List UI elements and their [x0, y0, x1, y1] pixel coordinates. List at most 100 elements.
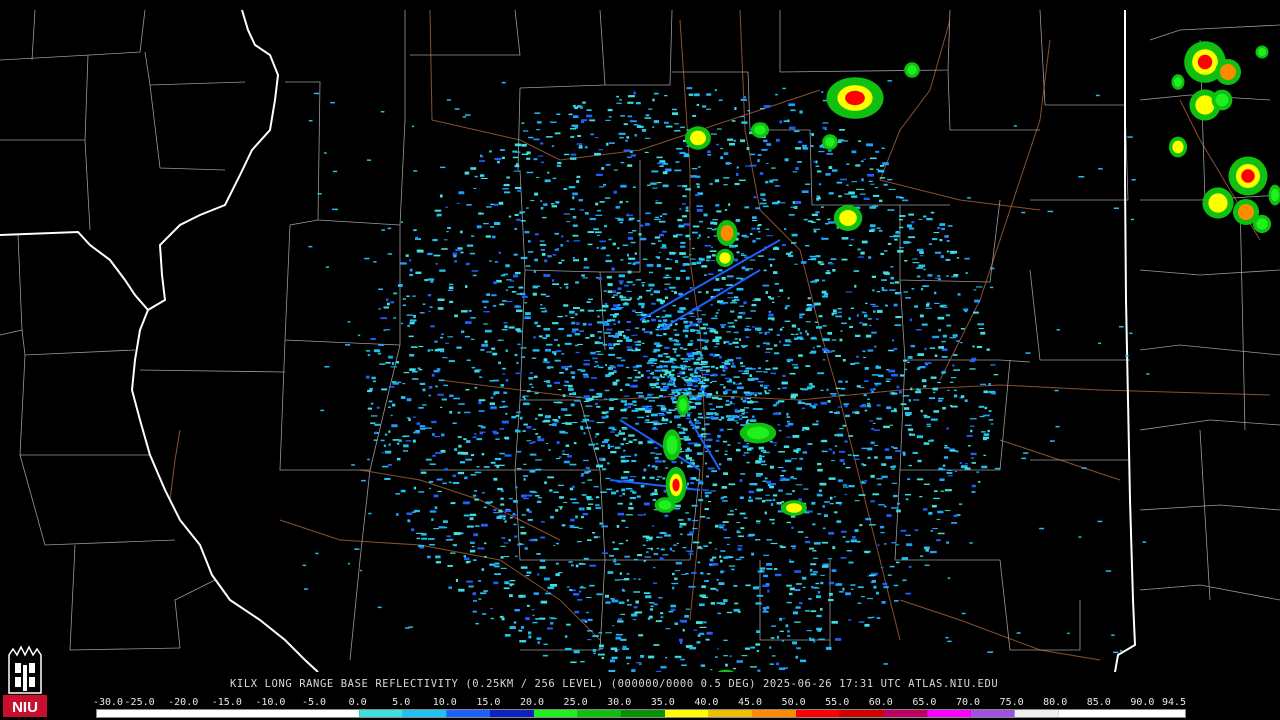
echo-pixel: [453, 532, 461, 536]
echo-pixel: [416, 422, 421, 425]
echo-pixel: [779, 202, 786, 204]
echo-pixel: [703, 332, 708, 335]
echo-pixel: [408, 626, 413, 628]
echo-pixel: [458, 588, 465, 592]
echo-pixel: [723, 528, 727, 531]
echo-pixel: [478, 401, 482, 405]
echo-pixel: [644, 410, 652, 413]
echo-pixel: [505, 289, 509, 291]
echo-pixel: [454, 314, 458, 318]
echo-pixel: [538, 413, 543, 417]
echo-pixel: [668, 393, 675, 395]
echo-pixel: [919, 255, 924, 257]
echo-pixel: [674, 415, 681, 419]
echo-pixel: [524, 316, 531, 320]
echo-pixel: [526, 171, 534, 174]
echo-pixel: [501, 328, 508, 331]
echo-pixel: [550, 584, 558, 587]
echo-pixel: [544, 481, 547, 485]
echo-pixel: [801, 407, 806, 409]
echo-pixel: [765, 291, 769, 294]
echo-pixel: [596, 593, 603, 596]
color-scale-label: -25.0: [124, 697, 155, 708]
echo-pixel: [554, 359, 561, 362]
echo-pixel: [1105, 570, 1112, 572]
echo-pixel: [957, 293, 961, 296]
echo-pixel: [406, 398, 412, 402]
echo-pixel: [715, 450, 719, 452]
echo-pixel: [595, 443, 599, 445]
echo-pixel: [859, 193, 866, 195]
echo-pixel: [690, 358, 695, 360]
echo-pixel: [687, 413, 691, 417]
echo-pixel: [861, 463, 864, 466]
echo-pixel: [474, 175, 478, 178]
echo-pixel: [777, 387, 781, 390]
echo-pixel: [777, 466, 784, 468]
echo-pixel: [865, 302, 868, 305]
echo-pixel: [730, 310, 735, 313]
echo-pixel: [388, 443, 391, 446]
storm-cell-core: [1241, 169, 1255, 183]
echo-pixel: [373, 439, 378, 441]
echo-pixel: [313, 92, 320, 95]
echo-pixel: [760, 569, 763, 572]
echo-pixel: [694, 422, 702, 424]
echo-pixel: [1098, 342, 1102, 344]
echo-pixel: [649, 476, 655, 479]
echo-pixel: [828, 166, 833, 169]
echo-pixel: [709, 250, 717, 252]
echo-pixel: [665, 125, 673, 128]
echo-pixel: [618, 280, 624, 282]
echo-pixel: [625, 514, 633, 516]
echo-pixel: [770, 264, 773, 267]
echo-pixel: [659, 233, 664, 237]
echo-pixel: [753, 401, 759, 403]
echo-pixel: [714, 315, 718, 317]
echo-pixel: [738, 370, 744, 372]
echo-pixel: [986, 348, 990, 351]
echo-pixel: [768, 313, 774, 317]
echo-pixel: [587, 498, 594, 501]
echo-pixel: [419, 425, 426, 428]
echo-pixel: [631, 334, 638, 336]
echo-pixel: [861, 178, 864, 182]
echo-pixel: [367, 407, 372, 410]
echo-pixel: [945, 636, 949, 639]
echo-pixel: [657, 354, 663, 358]
echo-pixel: [704, 244, 711, 247]
echo-pixel: [884, 304, 888, 307]
echo-pixel: [489, 260, 492, 262]
echo-pixel: [715, 439, 720, 442]
echo-pixel: [616, 357, 622, 359]
echo-pixel: [916, 329, 922, 331]
echo-pixel: [910, 387, 913, 391]
echo-pixel: [930, 211, 935, 214]
echo-pixel: [932, 528, 938, 530]
echo-pixel: [657, 413, 665, 415]
echo-pixel: [684, 614, 689, 618]
echo-pixel: [823, 514, 828, 518]
echo-pixel: [477, 425, 483, 427]
echo-pixel: [383, 444, 386, 447]
echo-pixel: [883, 425, 890, 429]
echo-pixel: [623, 149, 630, 152]
echo-pixel: [619, 295, 624, 299]
echo-pixel: [603, 290, 607, 292]
echo-pixel: [540, 206, 544, 210]
echo-pixel: [751, 392, 759, 394]
echo-pixel: [561, 235, 564, 238]
echo-pixel: [517, 544, 521, 546]
echo-pixel: [543, 328, 551, 331]
echo-pixel: [618, 330, 624, 333]
echo-pixel: [513, 621, 517, 624]
echo-pixel: [464, 411, 471, 414]
echo-pixel: [703, 621, 707, 624]
echo-pixel: [1127, 136, 1133, 138]
echo-pixel: [937, 399, 943, 402]
echo-pixel: [819, 263, 825, 266]
echo-pixel: [848, 191, 855, 195]
echo-pixel: [572, 502, 580, 504]
echo-pixel: [660, 407, 667, 411]
echo-pixel: [719, 418, 722, 421]
